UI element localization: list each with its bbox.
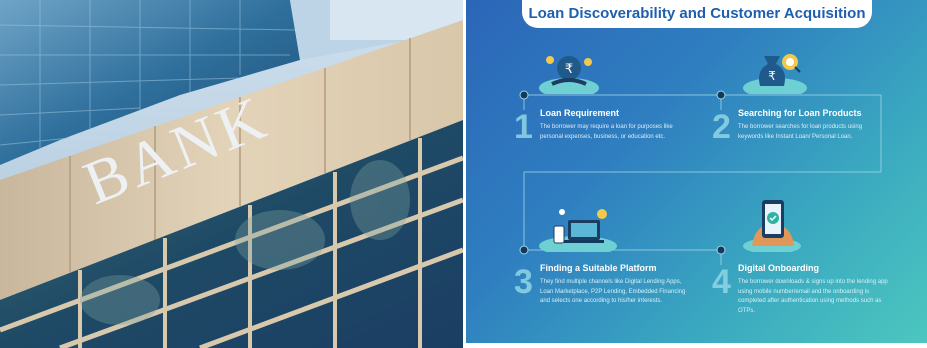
svg-text:₹: ₹	[768, 69, 776, 83]
step-2-description: The borrower searches for loan products …	[738, 124, 863, 140]
step-4-dot	[716, 245, 726, 255]
step-1-title: Loan Requirement	[540, 108, 620, 118]
bank-building-photo: BANK	[0, 0, 463, 348]
step-2-title: Searching for Loan Products	[738, 108, 862, 118]
step-1-dot	[519, 90, 529, 100]
step-2-dot	[716, 90, 726, 100]
step-1-description: The borrower may require a loan for purp…	[540, 124, 673, 140]
step-4-description: The borrower downloads & signs up into t…	[738, 279, 888, 314]
step-4-number: 4	[712, 263, 731, 301]
loan-infographic: Loan Discoverability and Customer Acquis…	[466, 0, 927, 343]
title-banner: Loan Discoverability and Customer Acquis…	[522, 0, 872, 28]
money-bag-search-icon: ₹	[743, 54, 807, 94]
svg-text:₹: ₹	[565, 62, 573, 77]
step-3-description: They find multiple channels like Digital…	[540, 279, 686, 304]
step-2-number: 2	[712, 108, 731, 146]
step-3-number: 3	[514, 263, 533, 301]
step-3-dot	[519, 245, 529, 255]
step-3-title: Finding a Suitable Platform	[540, 263, 657, 273]
rupee-hand-coins-icon: ₹	[539, 56, 599, 94]
laptop-phone-platform-icon	[539, 209, 617, 252]
phone-verified-hand-icon	[743, 200, 801, 252]
step-1-number: 1	[514, 108, 533, 146]
infographic-title: Loan Discoverability and Customer Acquis…	[528, 5, 866, 22]
step-4-title: Digital Onboarding	[738, 263, 819, 273]
